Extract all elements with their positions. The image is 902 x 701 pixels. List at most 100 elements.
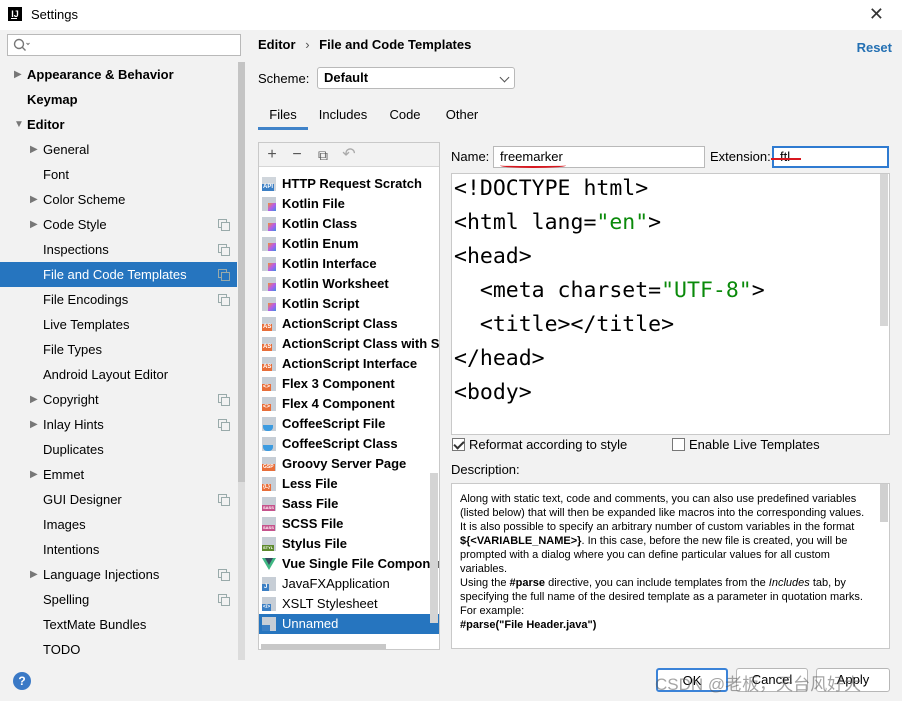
tab-files[interactable]: Files: [258, 102, 308, 130]
template-list-item[interactable]: SCSS File: [259, 514, 439, 534]
sidebar-item-label: Language Injections: [43, 567, 160, 582]
extension-field[interactable]: ftl: [772, 146, 889, 168]
sidebar-item[interactable]: ▶ Copyright: [0, 387, 237, 412]
reset-template-button[interactable]: ↶: [339, 145, 359, 165]
template-list-item[interactable]: Sass File: [259, 494, 439, 514]
copy-template-button[interactable]: ⧉: [313, 145, 333, 165]
template-list-item[interactable]: JavaFXApplication: [259, 574, 439, 594]
template-list-item-label: CoffeeScript File: [282, 416, 386, 431]
template-list-item[interactable]: Stylus File: [259, 534, 439, 554]
template-list-item[interactable]: Kotlin Interface: [259, 254, 439, 274]
sidebar-item[interactable]: Inspections: [0, 237, 237, 262]
less-file-icon: [262, 477, 276, 491]
sidebar-item[interactable]: File Encodings: [0, 287, 237, 312]
chevron-down-icon[interactable]: ▼: [14, 112, 24, 137]
sidebar-item[interactable]: ▶ Appearance & Behavior: [0, 62, 237, 87]
code-token: <meta charset=: [454, 278, 662, 303]
template-code-editor[interactable]: <!DOCTYPE html> <html lang="en"> <head> <m…: [451, 173, 890, 435]
reset-link[interactable]: Reset: [857, 40, 892, 55]
sidebar-item[interactable]: ▶ Inlay Hints: [0, 412, 237, 437]
template-list-item[interactable]: Less File: [259, 474, 439, 494]
as-file-icon: [262, 337, 276, 351]
sidebar-item[interactable]: TextMate Bundles: [0, 612, 237, 637]
template-list-item-label: Flex 3 Component: [282, 376, 395, 391]
desc-italic-span: Includes: [768, 577, 810, 589]
sidebar-scrollbar-thumb[interactable]: [238, 62, 245, 482]
sidebar-item[interactable]: Font: [0, 162, 237, 187]
chevron-right-icon[interactable]: ▶: [30, 462, 38, 487]
flex-file-icon: [262, 397, 276, 411]
tab-other[interactable]: Other: [438, 102, 486, 130]
template-list-item[interactable]: Flex 4 Component: [259, 394, 439, 414]
desc-text-span: It is also possible to specify an arbitr…: [460, 521, 855, 533]
editor-scrollbar[interactable]: [880, 174, 888, 326]
sidebar-item[interactable]: TODO: [0, 637, 237, 662]
template-list-item[interactable]: Unnamed: [259, 614, 439, 634]
search-input[interactable]: [7, 34, 241, 56]
template-list-item[interactable]: ActionScript Class with Su: [259, 334, 439, 354]
sidebar-item[interactable]: ▶ Emmet: [0, 462, 237, 487]
chevron-right-icon[interactable]: ▶: [30, 137, 38, 162]
sidebar-item[interactable]: Spelling: [0, 587, 237, 612]
chevron-right-icon[interactable]: ▶: [30, 187, 38, 212]
template-list-item[interactable]: Groovy Server Page: [259, 454, 439, 474]
sidebar-item[interactable]: Images: [0, 512, 237, 537]
chevron-right-icon[interactable]: ▶: [30, 212, 38, 237]
add-template-button[interactable]: +: [262, 145, 282, 165]
template-list-item[interactable]: ActionScript Class: [259, 314, 439, 334]
help-icon[interactable]: ?: [13, 672, 31, 690]
template-list-item[interactable]: Kotlin File: [259, 194, 439, 214]
sidebar-item[interactable]: ▼ Editor: [0, 112, 237, 137]
template-list-scrollbar[interactable]: [430, 473, 438, 623]
template-list-item[interactable]: CoffeeScript Class: [259, 434, 439, 454]
code-token: <head>: [454, 244, 532, 269]
template-list-item-label: Groovy Server Page: [282, 456, 407, 471]
template-list-hscrollbar-thumb[interactable]: [261, 644, 386, 649]
sidebar-item[interactable]: Intentions: [0, 537, 237, 562]
chevron-right-icon[interactable]: ▶: [14, 62, 22, 87]
sidebar-item[interactable]: ▶ Code Style: [0, 212, 237, 237]
coffee-file-icon: [262, 437, 276, 451]
sidebar-item[interactable]: GUI Designer: [0, 487, 237, 512]
sidebar-item[interactable]: File Types: [0, 337, 237, 362]
sidebar-item[interactable]: ▶ General: [0, 137, 237, 162]
template-list-item[interactable]: CoffeeScript File: [259, 414, 439, 434]
remove-template-button[interactable]: −: [287, 145, 307, 165]
template-list-item[interactable]: Vue Single File Componer: [259, 554, 439, 574]
sidebar-scrollbar[interactable]: [238, 62, 245, 660]
sidebar-item[interactable]: Live Templates: [0, 312, 237, 337]
template-list-item[interactable]: Kotlin Script: [259, 294, 439, 314]
breadcrumb-parent[interactable]: Editor: [258, 37, 296, 52]
template-list-item-label: HTTP Request Scratch: [282, 176, 422, 191]
sidebar-item-label: Inspections: [43, 242, 109, 257]
chevron-right-icon[interactable]: ▶: [30, 562, 38, 587]
dialog-button-bar: ? OK Cancel Apply CSDN @老板，天台风好大: [0, 661, 902, 701]
template-list-item[interactable]: Kotlin Enum: [259, 234, 439, 254]
description-scrollbar[interactable]: [880, 484, 888, 522]
sidebar-item-label: Duplicates: [43, 442, 104, 457]
template-list-item[interactable]: Flex 3 Component: [259, 374, 439, 394]
template-list-item[interactable]: Kotlin Worksheet: [259, 274, 439, 294]
vue-file-icon: [262, 557, 276, 571]
sidebar-item[interactable]: ▶ Color Scheme: [0, 187, 237, 212]
sidebar-item[interactable]: Duplicates: [0, 437, 237, 462]
chevron-right-icon[interactable]: ▶: [30, 412, 38, 437]
template-list-item[interactable]: ActionScript Interface: [259, 354, 439, 374]
description-para-3: Using the #parse directive, you can incl…: [460, 576, 875, 618]
reformat-checkbox[interactable]: [452, 438, 465, 451]
tab-includes[interactable]: Includes: [314, 102, 372, 130]
template-list-item[interactable]: HTTP Request Scratch: [259, 174, 439, 194]
template-list-item[interactable]: Kotlin Class: [259, 214, 439, 234]
tab-code[interactable]: Code: [382, 102, 428, 130]
scheme-dropdown[interactable]: Default: [317, 67, 515, 89]
sidebar-item[interactable]: Keymap: [0, 87, 237, 112]
sidebar-item[interactable]: Android Layout Editor: [0, 362, 237, 387]
template-list-item[interactable]: XSLT Stylesheet: [259, 594, 439, 614]
sidebar-item[interactable]: ▶ Language Injections: [0, 562, 237, 587]
template-list-hscrollbar[interactable]: [259, 644, 439, 649]
live-templates-checkbox[interactable]: [672, 438, 685, 451]
sidebar-item[interactable]: File and Code Templates: [0, 262, 237, 287]
close-icon[interactable]: ✕: [869, 4, 884, 25]
chevron-right-icon[interactable]: ▶: [30, 387, 38, 412]
styl-file-icon: [262, 537, 276, 551]
